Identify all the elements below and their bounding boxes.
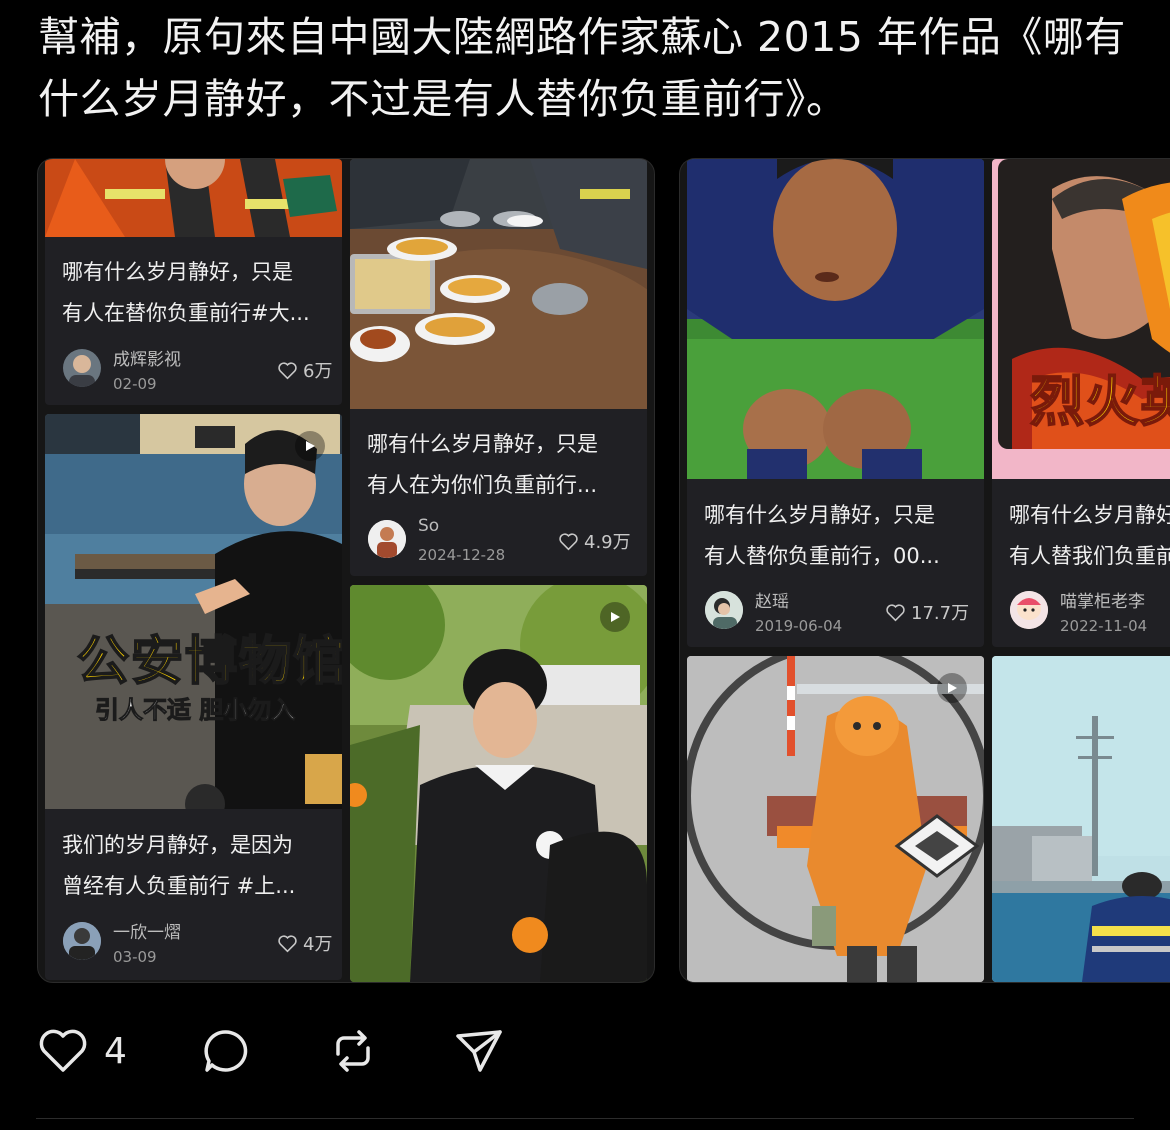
video-card[interactable] bbox=[350, 585, 647, 982]
author-name[interactable]: 喵掌柜老李 bbox=[1060, 587, 1145, 612]
video-card[interactable]: 烈火英 哪有什么岁月静好 有人替我们负重前行 喵掌柜老李 2022-11-04 bbox=[992, 159, 1170, 647]
heart-icon bbox=[278, 934, 297, 952]
video-thumbnail bbox=[687, 656, 984, 982]
author-name[interactable]: So bbox=[418, 516, 439, 536]
video-card[interactable] bbox=[992, 656, 1170, 982]
video-card[interactable] bbox=[687, 656, 984, 982]
post-date: 2019-06-04 bbox=[755, 617, 843, 635]
like-button[interactable]: 4 bbox=[36, 1024, 127, 1078]
card-caption-line1: 我们的岁月静好，是因为 bbox=[62, 833, 293, 857]
card-caption-line2: 有人替你负重前行，00... bbox=[704, 544, 940, 568]
card-caption-line2: 有人在替你负重前行#大... bbox=[62, 301, 310, 325]
video-thumbnail bbox=[687, 159, 984, 479]
video-thumbnail bbox=[350, 585, 647, 982]
comment-button[interactable] bbox=[199, 1024, 253, 1078]
like-count-value: 4万 bbox=[303, 934, 333, 955]
repost-icon bbox=[336, 1030, 370, 1072]
post-actions: 4 bbox=[36, 1024, 556, 1080]
author-avatar[interactable] bbox=[705, 591, 743, 629]
post-date: 2024-12-28 bbox=[418, 546, 506, 564]
video-card[interactable]: 哪有什么岁月静好，只是 有人替你负重前行，00... 赵瑶 2019-06-04… bbox=[687, 159, 984, 647]
heart-icon bbox=[559, 532, 578, 550]
attached-screenshot-left[interactable]: 哪有什么岁月静好，只是 有人在替你负重前行#大... 成辉影视 02-09 6万 bbox=[37, 158, 655, 983]
card-caption-line1: 哪有什么岁月静好，只是 bbox=[62, 260, 293, 284]
like-count-value: 4.9万 bbox=[584, 532, 631, 553]
card-caption-line2: 有人替我们负重前行 bbox=[1009, 544, 1170, 568]
like-count-value: 6万 bbox=[303, 361, 333, 382]
attached-screenshot-right[interactable]: 哪有什么岁月静好，只是 有人替你负重前行，00... 赵瑶 2019-06-04… bbox=[679, 158, 1170, 983]
card-caption-line2: 曾经有人负重前行 #上... bbox=[62, 874, 296, 898]
post-text: 幫補，原句來自中國大陸網路作家蘇心 2015 年作品《哪有什么岁月静好，不过是有… bbox=[38, 13, 1126, 123]
like-count: 4 bbox=[104, 1030, 127, 1072]
thumbnail-overlay-subtitle: 引人不适 胆小勿入 bbox=[94, 696, 296, 725]
video-thumbnail bbox=[45, 159, 342, 237]
like-count-value: 17.7万 bbox=[911, 603, 970, 624]
video-card[interactable]: 哪有什么岁月静好，只是 有人在替你负重前行#大... 成辉影视 02-09 6万 bbox=[45, 159, 342, 405]
heart-icon bbox=[886, 603, 905, 621]
card-caption-line1: 哪有什么岁月静好 bbox=[1009, 503, 1170, 527]
play-icon[interactable] bbox=[937, 673, 967, 703]
card-caption-line2: 有人在为你们负重前行... bbox=[367, 473, 598, 497]
video-thumbnail bbox=[45, 414, 342, 809]
video-card[interactable]: 哪有什么岁月静好，只是 有人在为你们负重前行... So 2024-12-28 … bbox=[350, 159, 647, 576]
heart-icon bbox=[278, 361, 297, 379]
send-icon bbox=[456, 1030, 502, 1072]
play-icon[interactable] bbox=[295, 431, 325, 461]
divider bbox=[36, 1118, 1134, 1119]
author-avatar[interactable] bbox=[1010, 591, 1048, 629]
author-avatar[interactable] bbox=[63, 349, 101, 387]
like-count[interactable]: 17.7万 bbox=[885, 599, 969, 625]
card-caption-line1: 哪有什么岁月静好，只是 bbox=[704, 503, 935, 527]
video-thumbnail bbox=[992, 656, 1170, 982]
video-thumbnail bbox=[350, 159, 647, 409]
like-count[interactable]: 4.9万 bbox=[558, 528, 631, 554]
author-name[interactable]: 赵瑶 bbox=[755, 587, 789, 612]
author-name[interactable]: 一欣一熠 bbox=[113, 918, 181, 943]
card-caption-line1: 哪有什么岁月静好，只是 bbox=[367, 432, 598, 456]
post-date: 03-09 bbox=[113, 948, 157, 966]
like-count[interactable]: 6万 bbox=[277, 357, 332, 383]
post-date: 02-09 bbox=[113, 375, 157, 393]
thumbnail-overlay-title: 烈火英 bbox=[1029, 369, 1170, 434]
share-button[interactable] bbox=[452, 1024, 506, 1078]
comment-bubble-icon bbox=[204, 1030, 248, 1072]
thumbnail-overlay-title: 公安博物馆 bbox=[76, 631, 342, 693]
author-avatar[interactable] bbox=[63, 922, 101, 960]
post-date: 2022-11-04 bbox=[1060, 617, 1148, 635]
author-name[interactable]: 成辉影视 bbox=[113, 345, 181, 370]
author-avatar[interactable] bbox=[368, 520, 406, 558]
heart-icon bbox=[39, 1029, 87, 1072]
like-count[interactable]: 4万 bbox=[277, 930, 332, 956]
play-icon[interactable] bbox=[600, 602, 630, 632]
video-card[interactable]: 公安博物馆 引人不适 胆小勿入 我们的岁月静好，是因为 曾经有人负重前行 #上.… bbox=[45, 414, 342, 980]
repost-button[interactable] bbox=[326, 1024, 380, 1078]
